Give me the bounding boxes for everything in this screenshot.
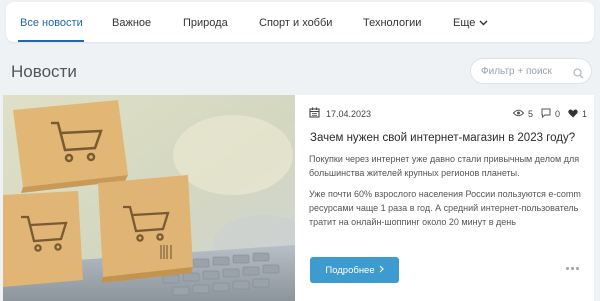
search-input[interactable] — [481, 64, 571, 79]
category-tabs: Все новости Важное Природа Спорт и хобби… — [6, 2, 594, 42]
tab-more[interactable]: Еще — [453, 16, 488, 30]
active-tab-indicator — [18, 40, 84, 42]
search-box — [470, 58, 592, 84]
likes-count: 1 — [582, 109, 588, 119]
article-paragraph-1: Покупки через интернет уже давно стали п… — [309, 154, 580, 178]
article-date: 17.04.2023 — [309, 107, 371, 120]
views-count: 5 — [528, 109, 534, 119]
dot — [571, 267, 574, 270]
read-more-label: Подробнее — [325, 264, 375, 276]
tab-technology[interactable]: Технологии — [363, 16, 421, 30]
article-paragraph-2: Уже почти 60% взрослого населения России… — [309, 189, 581, 227]
page-title: Новости — [11, 62, 77, 81]
article-title[interactable]: Зачем нужен свой интернет-магазин в 2023… — [310, 131, 580, 146]
search-icon[interactable] — [573, 66, 584, 84]
article-stats: 5 0 1 — [505, 108, 587, 120]
tab-sport-hobby[interactable]: Спорт и хобби — [259, 16, 332, 30]
tab-nature[interactable]: Природа — [183, 16, 228, 30]
heart-icon — [568, 109, 578, 120]
views-stat: 5 — [512, 109, 534, 119]
comments-count: 0 — [555, 109, 561, 119]
dot — [576, 267, 579, 270]
date-text: 17.04.2023 — [326, 108, 372, 119]
comments-stat[interactable]: 0 — [541, 108, 560, 120]
comment-icon — [541, 108, 551, 120]
chevron-down-icon — [479, 16, 488, 30]
tab-more-label: Еще — [453, 17, 476, 29]
likes-stat[interactable]: 1 — [568, 109, 587, 120]
read-more-button[interactable]: Подробнее — [310, 257, 399, 283]
article-image[interactable] — [3, 95, 295, 301]
tab-important[interactable]: Важное — [112, 16, 151, 30]
more-options-icon[interactable] — [566, 267, 579, 270]
dot — [566, 267, 569, 270]
eye-icon — [512, 109, 525, 119]
calendar-icon — [309, 107, 320, 120]
tab-all-news[interactable]: Все новости — [20, 16, 83, 30]
chevron-right-icon — [379, 265, 384, 276]
